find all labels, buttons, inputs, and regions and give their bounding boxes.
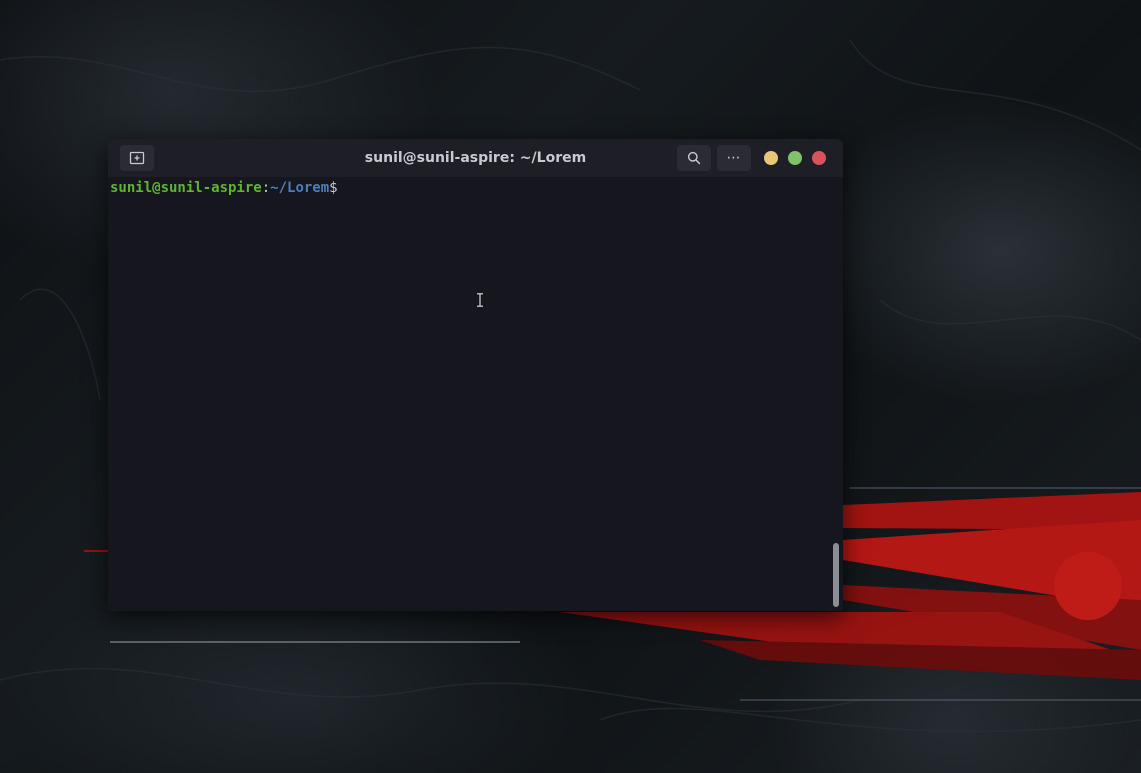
prompt-separator: : — [261, 180, 271, 196]
scrollbar-thumb[interactable] — [833, 543, 839, 607]
menu-button[interactable]: ⋯ — [717, 145, 751, 171]
search-icon — [687, 151, 701, 165]
title-bar[interactable]: sunil@sunil-aspire: ~/Lorem ⋯ — [108, 139, 843, 177]
prompt-symbol: $ — [329, 180, 338, 196]
terminal-content[interactable]: sunil@sunil-aspire:~/Lorem$ — [108, 177, 843, 611]
search-button[interactable] — [677, 145, 711, 171]
maximize-button[interactable] — [788, 151, 802, 165]
terminal-window[interactable]: sunil@sunil-aspire: ~/Lorem ⋯ sunil@suni… — [108, 139, 843, 611]
minimize-button[interactable] — [764, 151, 778, 165]
prompt-path: ~/Lorem — [270, 180, 330, 196]
text-cursor-icon — [477, 293, 483, 307]
more-horizontal-icon: ⋯ — [726, 150, 742, 166]
prompt-user-host: sunil@sunil-aspire — [110, 180, 262, 196]
shell-prompt: sunil@sunil-aspire:~/Lorem$ — [110, 179, 338, 197]
close-button[interactable] — [812, 151, 826, 165]
